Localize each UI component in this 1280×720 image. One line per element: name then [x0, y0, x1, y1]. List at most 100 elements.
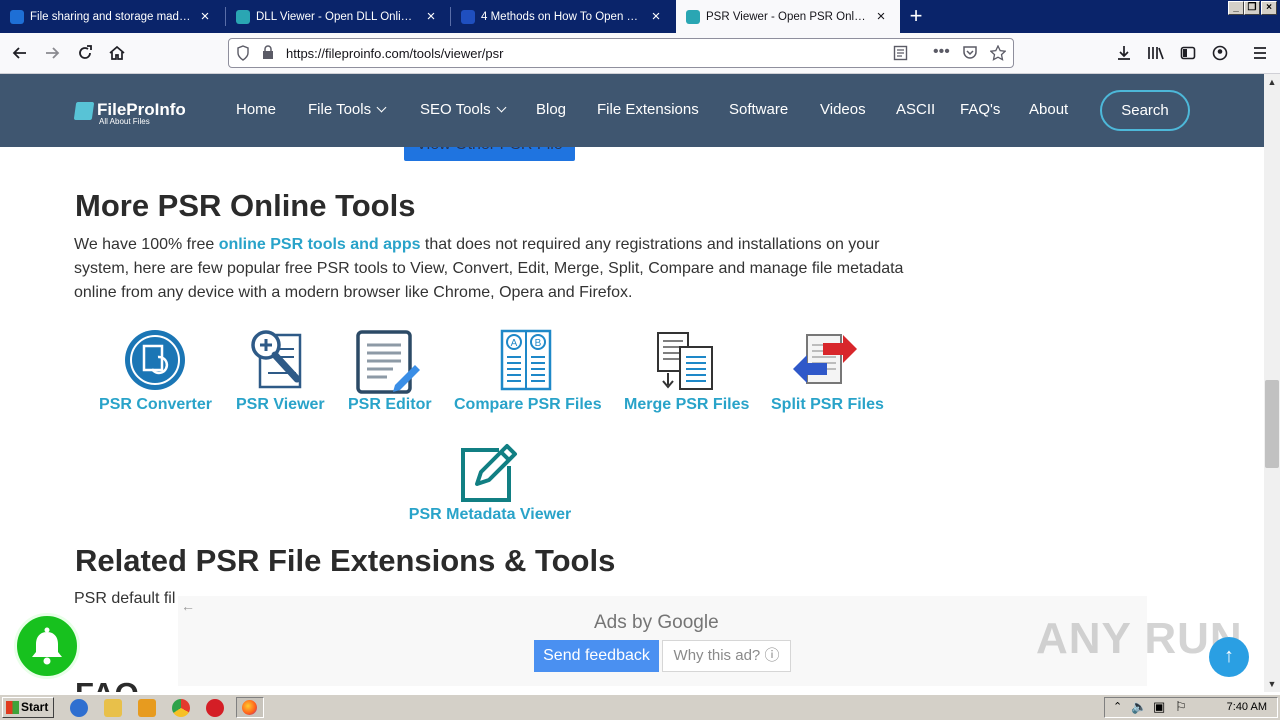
metadata-icon	[461, 444, 517, 502]
scroll-down-arrow-icon[interactable]: ▼	[1264, 676, 1280, 692]
tab-psr-viewer[interactable]: PSR Viewer - Open PSR Online & Fr ×	[676, 0, 900, 33]
pocket-icon[interactable]	[962, 45, 978, 63]
tab-dll-viewer[interactable]: DLL Viewer - Open DLL Online & Fr ×	[226, 0, 450, 33]
reader-view-icon[interactable]	[893, 45, 908, 64]
psr-converter-tool[interactable]: PSR Converter	[99, 329, 212, 414]
page-scrollbar[interactable]: ▲ ▼	[1264, 74, 1280, 692]
menu-seo-tools[interactable]: SEO Tools	[420, 101, 507, 118]
menu-faqs[interactable]: FAQ's	[960, 101, 1000, 118]
clock[interactable]: 7:40 AM	[1227, 701, 1267, 713]
media-player-icon[interactable]	[138, 699, 156, 717]
tab-title: File sharing and storage made simp	[30, 10, 192, 23]
volume-icon[interactable]: 🔈	[1131, 699, 1147, 715]
compare-psr-files-tool[interactable]: A B Compare PSR Files	[454, 329, 602, 414]
restore-button[interactable]: ❐	[1244, 1, 1260, 15]
menu-home[interactable]: Home	[236, 101, 276, 118]
menu-ascii[interactable]: ASCII	[896, 101, 935, 118]
chevron-down-icon	[376, 102, 387, 113]
sidebar-icon	[1180, 46, 1196, 60]
shield-icon[interactable]	[236, 45, 250, 64]
windows-flag-icon	[6, 701, 19, 714]
menu-file-extensions[interactable]: File Extensions	[597, 101, 699, 118]
ie-icon[interactable]	[70, 699, 88, 717]
start-label: Start	[21, 700, 49, 714]
close-tab-icon[interactable]: ×	[649, 8, 663, 25]
send-feedback-button[interactable]: Send feedback	[534, 640, 659, 672]
related-paragraph: PSR default fil	[74, 590, 176, 607]
firefox-taskbar-button[interactable]	[236, 697, 264, 718]
online-tools-link[interactable]: online PSR tools and apps	[219, 236, 421, 253]
reload-button[interactable]	[71, 39, 99, 67]
address-bar[interactable]: https://fileproinfo.com/tools/viewer/psr…	[228, 38, 1014, 68]
forward-arrow-icon	[46, 47, 60, 59]
network-icon[interactable]: ▣	[1153, 699, 1165, 715]
action-center-flag-icon[interactable]: ⚐	[1175, 699, 1187, 715]
compare-icon: A B	[500, 329, 552, 391]
chrome-icon[interactable]	[172, 699, 190, 717]
close-tab-icon[interactable]: ×	[424, 8, 438, 25]
why-this-ad-button[interactable]: Why this ad? ⓘ	[662, 640, 791, 672]
close-tab-icon[interactable]: ×	[198, 8, 212, 25]
merge-psr-files-tool[interactable]: Merge PSR Files	[624, 329, 749, 414]
tool-label: Split PSR Files	[771, 396, 884, 413]
chevron-down-icon	[496, 102, 507, 113]
new-tab-button[interactable]: +	[903, 4, 929, 30]
tool-label: Compare PSR Files	[454, 396, 602, 413]
menu-videos[interactable]: Videos	[820, 101, 866, 118]
tab-dll-methods[interactable]: 4 Methods on How To Open DLL Fi ×	[451, 0, 675, 33]
menu-blog[interactable]: Blog	[536, 101, 566, 118]
back-arrow-icon	[12, 47, 26, 59]
psr-viewer-tool[interactable]: PSR Viewer	[236, 329, 325, 414]
ad-overlay: ← Ads by Google Send feedback Why this a…	[178, 596, 1147, 686]
menu-software[interactable]: Software	[729, 101, 788, 118]
svg-text:B: B	[535, 338, 542, 349]
sidebar-button[interactable]	[1174, 39, 1202, 67]
home-icon	[109, 45, 125, 60]
account-button[interactable]	[1206, 39, 1234, 67]
forward-button[interactable]	[38, 39, 66, 67]
scroll-to-top-button[interactable]: ↑	[1209, 637, 1249, 677]
home-button[interactable]	[103, 39, 131, 67]
menu-label: FAQ's	[960, 101, 1001, 118]
psr-editor-tool[interactable]: PSR Editor	[348, 329, 432, 414]
scroll-up-arrow-icon[interactable]: ▲	[1264, 74, 1280, 90]
intro-text: We have 100% free	[74, 236, 219, 253]
downloads-button[interactable]	[1110, 39, 1138, 67]
menu-file-tools[interactable]: File Tools	[308, 101, 387, 118]
back-button[interactable]	[6, 39, 34, 67]
search-button[interactable]: Search	[1100, 90, 1190, 131]
explorer-folder-icon[interactable]	[104, 699, 122, 717]
site-favicon-icon	[461, 9, 475, 24]
page-viewport: View Other PSR File FileProInfo All Abou…	[0, 74, 1264, 692]
close-window-button[interactable]: ×	[1261, 1, 1277, 15]
scrollbar-thumb[interactable]	[1265, 380, 1279, 468]
menu-label: File Extensions	[597, 101, 699, 118]
tool-label: PSR Metadata Viewer	[408, 506, 572, 523]
split-icon	[793, 334, 857, 384]
reload-icon	[79, 45, 92, 59]
tab-file-sharing[interactable]: File sharing and storage made simp ×	[0, 0, 225, 33]
menu-about[interactable]: About	[1029, 101, 1068, 118]
why-label: Why this ad?	[673, 647, 761, 664]
intro-paragraph: We have 100% free online PSR tools and a…	[74, 233, 914, 305]
more-actions-icon[interactable]: •••	[933, 43, 950, 61]
menu-button[interactable]	[1246, 39, 1274, 67]
related-heading: Related PSR File Extensions & Tools	[75, 543, 616, 578]
minimize-button[interactable]: _	[1228, 1, 1244, 15]
menu-label: Blog	[536, 101, 567, 118]
account-icon	[1212, 45, 1228, 61]
notification-bell-button[interactable]	[14, 613, 80, 679]
start-button[interactable]: Start	[2, 697, 54, 718]
close-tab-icon[interactable]: ×	[874, 8, 888, 25]
tab-title: DLL Viewer - Open DLL Online & Fr	[256, 10, 418, 23]
menu-label: Home	[236, 101, 277, 118]
split-psr-files-tool[interactable]: Split PSR Files	[771, 329, 884, 414]
lock-icon[interactable]	[262, 45, 274, 63]
opera-icon[interactable]	[206, 699, 224, 717]
bookmark-star-icon[interactable]	[989, 44, 1007, 64]
arrow-up-icon: ↑	[1224, 645, 1234, 667]
back-arrow-icon[interactable]: ←	[181, 598, 195, 614]
library-button[interactable]	[1142, 39, 1170, 67]
tray-expand-icon[interactable]: ⌃	[1113, 700, 1122, 713]
psr-metadata-viewer-tool[interactable]: PSR Metadata Viewer	[405, 442, 575, 524]
